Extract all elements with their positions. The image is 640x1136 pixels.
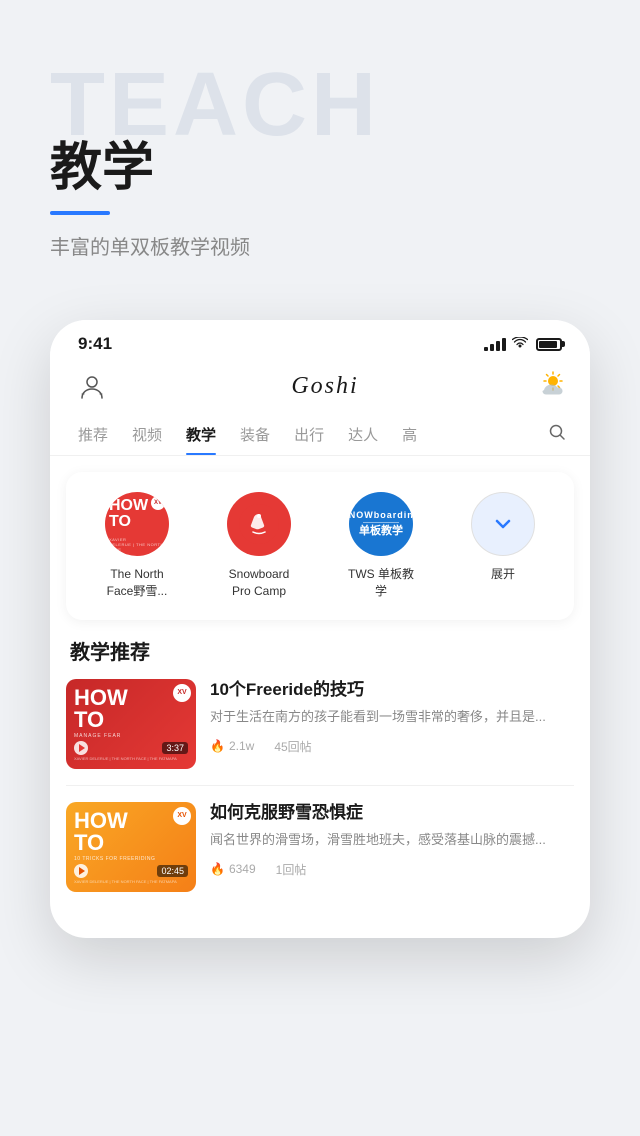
fire-icon: 🔥 [210,739,225,753]
video-title-2: 如何克服野雪恐惧症 [210,802,574,824]
battery-icon [536,338,562,351]
video-card-2[interactable]: HOW TO XV 10 TRICKS FOR FREERIDING 02:45… [50,802,590,908]
category-label-howto: The NorthFace野雪... [107,566,168,600]
divider-1 [66,785,574,786]
category-item-tws[interactable]: SNOWboarding 单板教学 TWS 单板教学 [336,492,426,600]
category-item-snowboard[interactable]: SnowboardPro Camp [214,492,304,600]
subtitle: 丰富的单双板教学视频 [50,231,590,260]
tab-video[interactable]: 视频 [120,414,174,455]
video-title-1: 10个Freeride的技巧 [210,679,574,701]
app-header: Goshi [50,362,590,414]
category-label-snowboard: SnowboardPro Camp [229,566,290,600]
status-time: 9:41 [78,334,112,354]
tab-recommend[interactable]: 推荐 [66,414,120,455]
wifi-icon [512,336,528,352]
status-bar: 9:41 [50,320,590,362]
tab-gear[interactable]: 装备 [228,414,282,455]
tab-teach[interactable]: 教学 [174,414,228,455]
fire-icon-2: 🔥 [210,862,225,876]
category-item-howto[interactable]: HOW TO XAVIERDELERUE | THE NORTH FACE XV… [92,492,182,600]
tab-expert[interactable]: 达人 [336,414,390,455]
category-label-tws: TWS 单板教学 [348,566,414,600]
video-info-2: 如何克服野雪恐惧症 闻名世界的滑雪场，滑雪胜地班夫，感受落基山脉的震撼... 🔥… [210,802,574,878]
teach-bg-text: TEACH [50,60,590,150]
section-title: 教学推荐 [50,636,590,665]
video-comments-2: 1回帖 [276,861,307,878]
category-item-expand[interactable]: 展开 [458,492,548,583]
video-meta-2: 🔥 6349 1回帖 [210,861,574,878]
video-desc-1: 对于生活在南方的孩子能看到一场雪非常的奢侈，并且是... [210,707,574,728]
nav-tabs: 推荐 视频 教学 装备 出行 达人 高 [50,414,590,456]
search-icon[interactable] [540,415,574,454]
video-views-1: 🔥 2.1w [210,739,254,753]
video-card-1[interactable]: HOW TO XV MANAGE FEAR 3:37 [50,679,590,785]
video-comments-1: 45回帖 [274,738,311,755]
video-thumbnail-2: HOW TO XV 10 TRICKS FOR FREERIDING 02:45… [66,802,196,892]
blue-underline [50,211,110,215]
tab-more[interactable]: 高 [390,414,429,455]
video-thumbnail-1: HOW TO XV MANAGE FEAR 3:37 [66,679,196,769]
video-meta-1: 🔥 2.1w 45回帖 [210,738,574,755]
weather-icon[interactable] [540,370,566,402]
video-desc-2: 闻名世界的滑雪场，滑雪胜地班夫，感受落基山脉的震撼... [210,830,574,851]
signal-icon [484,337,506,351]
status-icons [484,336,562,352]
category-card: HOW TO XAVIERDELERUE | THE NORTH FACE XV… [66,472,574,620]
app-logo: Goshi [291,373,358,400]
category-label-expand: 展开 [491,566,515,583]
phone-mockup: 9:41 [50,320,590,938]
video-info-1: 10个Freeride的技巧 对于生活在南方的孩子能看到一场雪非常的奢侈，并且是… [210,679,574,755]
avatar-icon[interactable] [74,368,110,404]
tab-travel[interactable]: 出行 [282,414,336,455]
video-views-2: 🔥 6349 [210,862,256,876]
